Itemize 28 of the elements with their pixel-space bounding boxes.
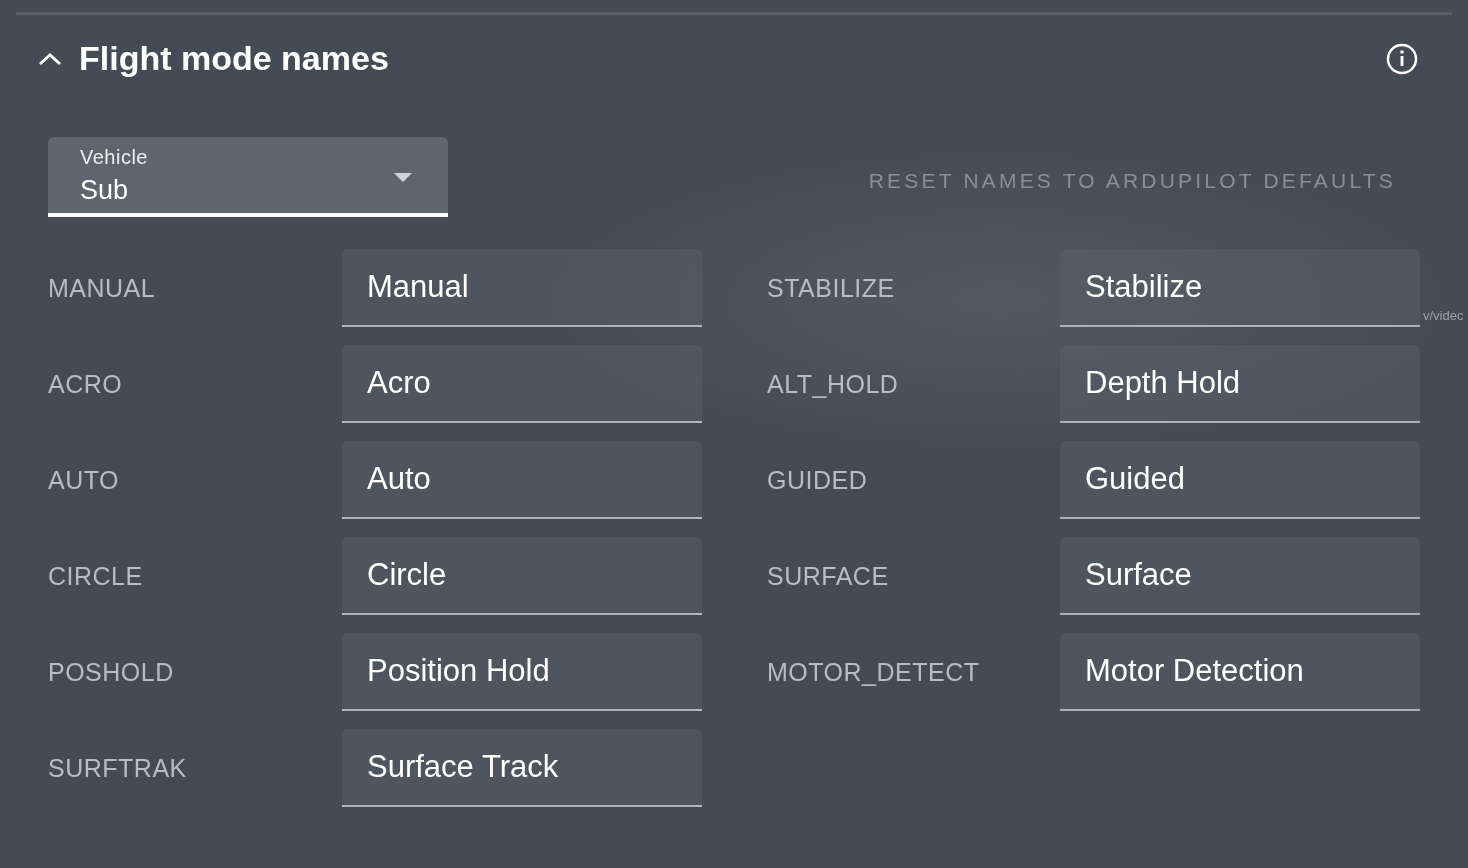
mode-name-field[interactable]: Auto (342, 441, 702, 519)
mode-name-field[interactable]: Acro (342, 345, 702, 423)
mode-name-field[interactable]: Surface (1060, 537, 1420, 615)
mode-label: ALT_HOLD (766, 368, 900, 400)
mode-name-field[interactable]: Motor Detection (1060, 633, 1420, 711)
mode-name-field[interactable]: Surface Track (342, 729, 702, 807)
mode-label: SURFTRAK (48, 752, 188, 784)
mode-name-field[interactable]: Manual (342, 249, 702, 327)
mode-name-field[interactable]: Position Hold (342, 633, 702, 711)
collapse-icon[interactable] (38, 51, 62, 66)
section-title: Flight mode names (79, 39, 390, 78)
caret-icon (394, 173, 412, 182)
mode-label: CIRCLE (48, 560, 144, 592)
mode-label: STABILIZE (766, 272, 896, 304)
mode-label: ACRO (48, 368, 124, 400)
info-icon[interactable] (1386, 42, 1418, 75)
mode-label: POSHOLD (48, 656, 175, 688)
mode-label: MANUAL (48, 272, 157, 304)
vehicle-select[interactable]: Vehicle Sub (48, 137, 448, 217)
mode-label: AUTO (48, 464, 120, 496)
background-text: v/videc (1423, 308, 1464, 323)
mode-name-field[interactable]: Circle (342, 537, 702, 615)
mode-label: GUIDED (766, 464, 869, 496)
mode-name-field[interactable]: Depth Hold (1060, 345, 1420, 423)
mode-label: MOTOR_DETECT (766, 656, 981, 688)
mode-name-field[interactable]: Guided (1060, 441, 1420, 519)
mode-name-field[interactable]: Stabilize (1060, 249, 1420, 327)
mode-label: SURFACE (766, 560, 890, 592)
